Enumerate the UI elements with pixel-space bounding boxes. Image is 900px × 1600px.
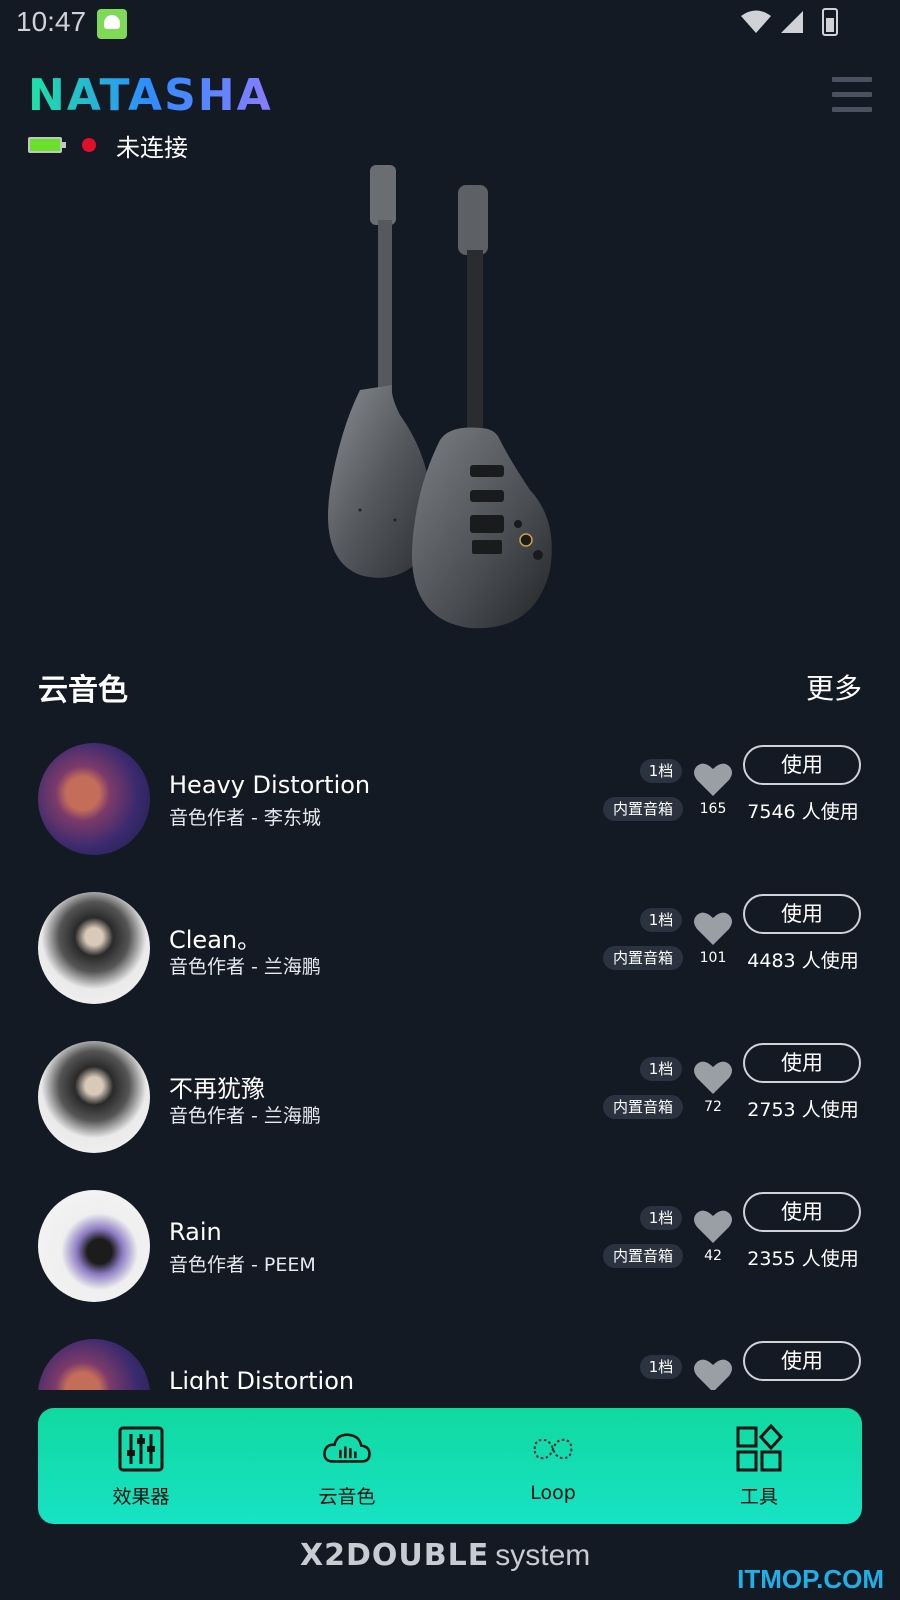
- preset-title: Clean。: [169, 926, 262, 954]
- like-count: 42: [704, 1248, 722, 1264]
- level-badge: 1档: [640, 759, 682, 783]
- speaker-badge: 内置音箱: [603, 1244, 683, 1268]
- wifi-icon: [741, 10, 771, 33]
- use-button[interactable]: 使用: [743, 1043, 861, 1083]
- nav-item-effects[interactable]: 效果器: [38, 1408, 244, 1524]
- preset-author: 音色作者 - 兰海鹏: [169, 1105, 321, 1127]
- tools-grid-icon: [736, 1424, 784, 1472]
- author-avatar: [38, 1041, 150, 1153]
- use-count: 4483 人使用: [747, 950, 859, 972]
- guitar-product-image: [328, 165, 552, 629]
- author-avatar: [38, 743, 150, 855]
- level-badge: 1档: [640, 908, 682, 932]
- infinity-icon: [533, 1438, 573, 1460]
- list-item[interactable]: Rain 音色作者 - PEEM 1档 内置音箱 42 使用 2355 人使用: [0, 1182, 900, 1312]
- author-avatar: [38, 1190, 150, 1302]
- heart-icon[interactable]: [693, 1059, 733, 1095]
- use-count: 7546 人使用: [747, 801, 859, 823]
- app-notification-icon: [97, 9, 127, 39]
- heart-icon[interactable]: [693, 1357, 733, 1390]
- preset-list[interactable]: Heavy Distortion 音色作者 - 李东城 1档 内置音箱 165 …: [0, 735, 900, 1390]
- use-count: 2753 人使用: [747, 1099, 859, 1121]
- level-badge: 1档: [640, 1057, 682, 1081]
- app-logo: NATASHA: [28, 70, 273, 121]
- brand-footer: X2DOUBLE system: [300, 1538, 590, 1573]
- battery-status-icon: [822, 8, 838, 36]
- heart-icon[interactable]: [693, 910, 733, 946]
- cloud-icon: [323, 1433, 371, 1463]
- menu-icon[interactable]: [832, 77, 872, 113]
- brand-suffix: system: [495, 1539, 591, 1572]
- list-item[interactable]: Heavy Distortion 音色作者 - 李东城 1档 内置音箱 165 …: [0, 735, 900, 865]
- list-item[interactable]: 不再犹豫 音色作者 - 兰海鹏 1档 内置音箱 72 使用 2753 人使用: [0, 1033, 900, 1163]
- use-button[interactable]: 使用: [743, 894, 861, 934]
- like-count: 101: [699, 950, 727, 966]
- bottom-nav: 效果器 云音色 Loop 工具: [38, 1408, 862, 1524]
- list-item[interactable]: Light Distortion 1档 使用: [0, 1331, 900, 1390]
- status-time: 10:47: [16, 6, 87, 37]
- preset-author: 音色作者 - PEEM: [169, 1254, 316, 1276]
- level-badge: 1档: [640, 1206, 682, 1230]
- preset-title: Heavy Distortion: [169, 771, 371, 799]
- nav-item-tools[interactable]: 工具: [656, 1408, 862, 1524]
- sliders-icon: [118, 1426, 164, 1472]
- brand-name: X2DOUBLE: [300, 1538, 490, 1573]
- nav-label: 效果器: [112, 1486, 170, 1508]
- connection-status-text[interactable]: 未连接: [116, 128, 188, 163]
- heart-icon[interactable]: [693, 1208, 733, 1244]
- use-button[interactable]: 使用: [743, 1341, 861, 1381]
- use-button[interactable]: 使用: [743, 1192, 861, 1232]
- device-battery-icon: [28, 137, 66, 153]
- signal-icon: [781, 11, 803, 33]
- use-button[interactable]: 使用: [743, 745, 861, 785]
- speaker-badge: 内置音箱: [603, 1095, 683, 1119]
- more-link[interactable]: 更多: [806, 667, 862, 707]
- use-count: 2355 人使用: [747, 1248, 859, 1270]
- nav-label: Loop: [530, 1482, 576, 1504]
- level-badge: 1档: [640, 1355, 682, 1379]
- preset-title: 不再犹豫: [169, 1075, 265, 1103]
- preset-title: Rain: [169, 1218, 222, 1246]
- list-item[interactable]: Clean。 音色作者 - 兰海鹏 1档 内置音箱 101 使用 4483 人使…: [0, 884, 900, 1014]
- like-count: 72: [704, 1099, 722, 1115]
- section-title-cloud-tones: 云音色: [38, 673, 128, 708]
- status-icons: [740, 8, 838, 36]
- nav-label: 工具: [739, 1486, 778, 1508]
- like-count: 165: [699, 801, 727, 817]
- preset-author: 音色作者 - 兰海鹏: [169, 956, 321, 978]
- preset-author: 音色作者 - 李东城: [169, 807, 321, 829]
- connection-status-dot: [82, 138, 96, 152]
- speaker-badge: 内置音箱: [603, 946, 683, 970]
- preset-title: Light Distortion: [169, 1367, 355, 1390]
- watermark: ITMOP.COM: [737, 1564, 884, 1594]
- author-avatar: [38, 892, 150, 1004]
- connection-row: 未连接: [28, 128, 188, 162]
- nav-item-cloud-tones[interactable]: 云音色: [244, 1408, 450, 1524]
- speaker-badge: 内置音箱: [603, 797, 683, 821]
- status-bar: 10:47: [0, 0, 900, 48]
- nav-label: 云音色: [318, 1486, 376, 1508]
- nav-item-loop[interactable]: Loop: [450, 1408, 656, 1524]
- author-avatar: [38, 1339, 150, 1390]
- heart-icon[interactable]: [693, 761, 733, 797]
